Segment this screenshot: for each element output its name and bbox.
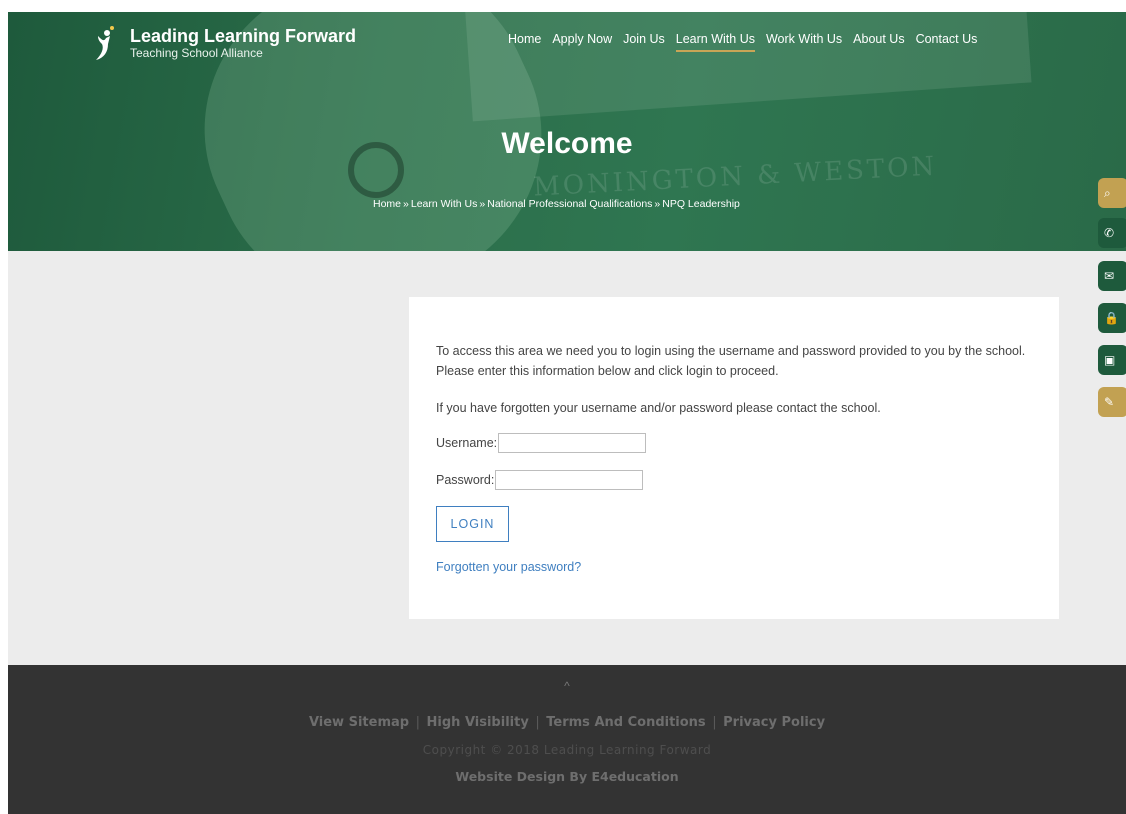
nav-home[interactable]: Home [508, 32, 541, 52]
footer-link-terms[interactable]: Terms And Conditions [546, 715, 705, 730]
breadcrumb-separator: » [479, 198, 486, 210]
nav-contact-us[interactable]: Contact Us [916, 32, 978, 52]
footer-links: View Sitemap | High Visibility | Terms A… [8, 715, 1126, 730]
back-to-top-icon[interactable]: ^ [8, 679, 1126, 693]
password-label: Password: [436, 473, 495, 487]
password-input[interactable] [495, 470, 644, 490]
breadcrumb: Home» Learn With Us» National Professional… [373, 198, 740, 210]
password-row: Password: [436, 470, 644, 490]
site-footer: ^ View Sitemap | High Visibility | Terms… [8, 665, 1126, 814]
breadcrumb-separator: » [654, 198, 661, 210]
phone-icon[interactable]: ✆ [1098, 218, 1126, 248]
search-icon[interactable]: ⌕ [1098, 178, 1126, 208]
hero-banner: MONINGTON & WESTON Leading Learning Forw… [8, 12, 1126, 251]
forgot-password-link[interactable]: Forgotten your password? [436, 560, 581, 574]
footer-link-sitemap[interactable]: View Sitemap [309, 715, 409, 730]
footer-separator: | [415, 715, 420, 730]
login-intro-text: To access this area we need you to login… [436, 344, 1026, 378]
page-title: Welcome [501, 127, 633, 160]
footer-separator: | [535, 715, 540, 730]
breadcrumb-home[interactable]: Home [373, 198, 401, 210]
nav-learn-with-us[interactable]: Learn With Us [675, 32, 755, 52]
nav-about-us[interactable]: About Us [853, 32, 904, 52]
breadcrumb-npq[interactable]: National Professional Qualifications [487, 198, 652, 210]
nav-join-us[interactable]: Join Us [623, 32, 665, 52]
breadcrumb-learn-with-us[interactable]: Learn With Us [411, 198, 478, 210]
login-panel: To access this area we need you to login… [409, 297, 1059, 619]
email-icon[interactable]: ✉ [1098, 261, 1126, 291]
pencil-icon[interactable]: ✎ [1098, 387, 1126, 417]
hero-image-paper [464, 12, 1032, 122]
footer-copyright: Copyright © 2018 Leading Learning Forwar… [422, 743, 712, 757]
breadcrumb-current: NPQ Leadership [662, 198, 740, 210]
footer-link-privacy[interactable]: Privacy Policy [723, 715, 825, 730]
login-button[interactable]: LOGIN [436, 506, 509, 542]
nav-apply-now[interactable]: Apply Now [552, 32, 612, 52]
breadcrumb-separator: » [403, 198, 409, 210]
site-logo[interactable]: Leading Learning Forward Teaching School… [92, 24, 356, 62]
nav-work-with-us[interactable]: Work With Us [766, 32, 842, 52]
page-frame: MONINGTON & WESTON Leading Learning Forw… [8, 12, 1126, 814]
brand-subtitle: Teaching School Alliance [130, 46, 263, 60]
username-label: Username: [436, 436, 498, 450]
username-row: Username: [436, 433, 647, 453]
logo-figure-icon [96, 26, 114, 60]
brand-title: Leading Learning Forward [130, 26, 357, 46]
login-forgot-note: If you have forgotten your username and/… [436, 401, 881, 415]
main-nav: Home Apply Now Join Us Learn With Us Wor… [508, 32, 988, 52]
footer-link-high-visibility[interactable]: High Visibility [427, 715, 529, 730]
calendar-icon[interactable]: ▣ [1098, 345, 1126, 375]
username-input[interactable] [498, 433, 647, 453]
footer-separator: | [712, 715, 717, 730]
lock-icon[interactable]: 🔒 [1098, 303, 1126, 333]
footer-design-credit[interactable]: Website Design By E4education [8, 769, 1126, 784]
